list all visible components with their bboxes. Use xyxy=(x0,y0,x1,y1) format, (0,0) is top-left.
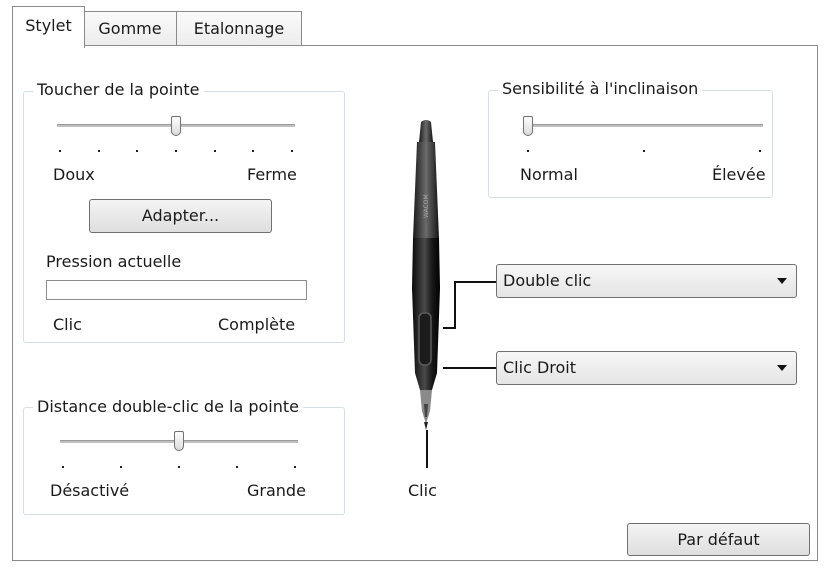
slider-tick xyxy=(62,466,64,468)
tip-feel-min-label: Doux xyxy=(53,165,95,184)
chevron-down-icon xyxy=(777,365,787,371)
tab-etalonnage[interactable]: Etalonnage xyxy=(176,11,302,46)
tilt-sensitivity-slider-thumb[interactable] xyxy=(523,116,533,136)
tilt-sensitivity-max-label: Élevée xyxy=(712,165,766,184)
tab-gomme[interactable]: Gomme xyxy=(82,11,178,46)
slider-tick xyxy=(136,150,139,152)
pressure-min-label: Clic xyxy=(53,315,82,334)
slider-tick xyxy=(643,150,645,152)
lower-switch-connector xyxy=(443,367,496,369)
chevron-down-icon xyxy=(777,278,787,284)
tab-stylet[interactable]: Stylet xyxy=(12,6,85,48)
upper-switch-connector-horizontal xyxy=(454,281,496,283)
tip-feel-title: Toucher de la pointe xyxy=(33,80,204,100)
slider-tick xyxy=(252,150,255,152)
slider-tick xyxy=(97,150,100,152)
slider-tick xyxy=(291,150,293,152)
default-button[interactable]: Par défaut xyxy=(627,523,810,556)
slider-tick xyxy=(236,466,238,468)
tip-feel-max-label: Ferme xyxy=(247,165,297,184)
slider-tick xyxy=(294,466,296,468)
double-click-distance-slider-thumb[interactable] xyxy=(174,431,184,451)
slider-tick xyxy=(175,150,177,152)
slider-tick xyxy=(59,150,61,152)
lower-button-value: Clic Droit xyxy=(503,358,576,377)
adapter-button[interactable]: Adapter... xyxy=(89,199,272,233)
upper-button-select[interactable]: Double clic xyxy=(496,264,797,298)
tilt-sensitivity-title: Sensibilité à l'inclinaison xyxy=(498,79,703,99)
pressure-title: Pression actuelle xyxy=(46,252,182,271)
tilt-sensitivity-slider-track[interactable] xyxy=(523,124,763,127)
tilt-sensitivity-min-label: Normal xyxy=(520,165,578,184)
slider-tick xyxy=(213,150,216,152)
double-click-distance-min-label: Désactivé xyxy=(50,481,130,500)
slider-tick xyxy=(759,150,761,152)
upper-switch-connector-vertical xyxy=(454,281,456,329)
pressure-bar xyxy=(46,280,307,300)
slider-tick xyxy=(120,466,122,468)
slider-tick xyxy=(527,150,529,152)
slider-tick xyxy=(178,466,180,468)
pressure-max-label: Complète xyxy=(218,315,296,334)
lower-button-select[interactable]: Clic Droit xyxy=(496,351,797,385)
svg-text:WACOM: WACOM xyxy=(423,194,430,218)
tip-feel-slider-thumb[interactable] xyxy=(171,116,181,136)
double-click-distance-max-label: Grande xyxy=(247,481,306,500)
pen-icon: WACOM xyxy=(412,120,440,430)
double-click-distance-title: Distance double-clic de la pointe xyxy=(33,397,303,417)
tip-connector xyxy=(426,430,428,468)
upper-button-value: Double clic xyxy=(503,271,592,290)
tip-label: Clic xyxy=(408,481,437,500)
